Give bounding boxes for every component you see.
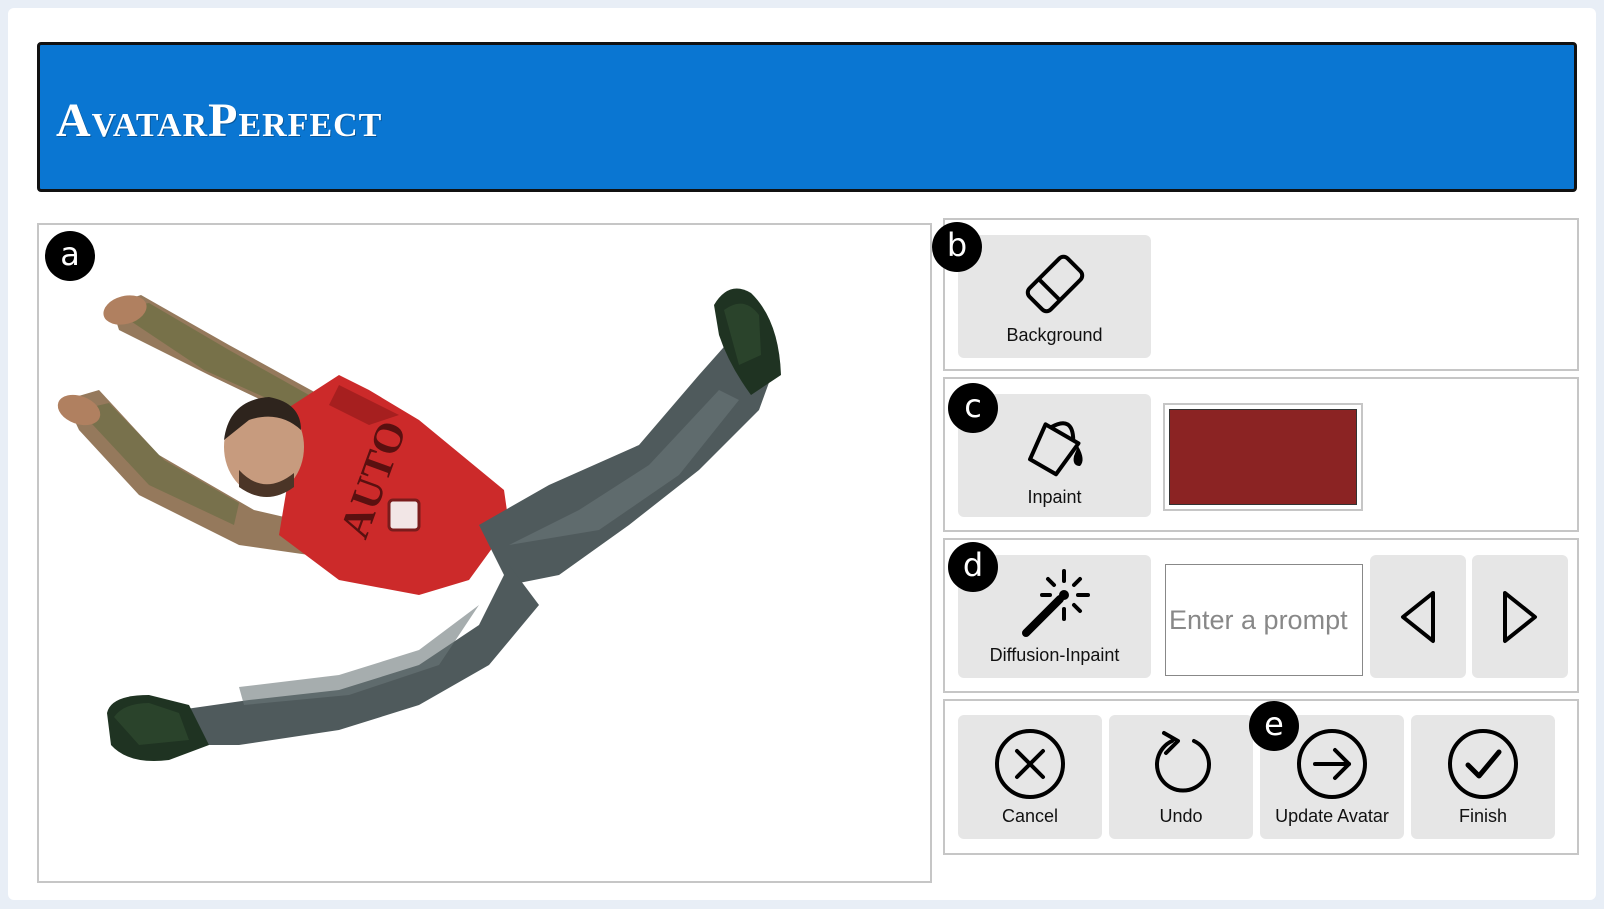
triangle-left-icon [1401,591,1435,643]
marker-b: b [932,222,982,272]
inpaint-color-picker[interactable] [1163,403,1363,511]
arrow-right-circle-icon [1297,729,1367,799]
prompt-input[interactable] [1165,564,1363,676]
cancel-circle-x-icon [995,729,1065,799]
diffusion-inpaint-label: Diffusion-Inpaint [989,645,1120,665]
actions-panel: Cancel Undo e Update Avatar Finish [943,699,1579,855]
marker-a: a [45,231,95,281]
cancel-label: Cancel [1001,806,1059,826]
selected-color-swatch [1169,409,1357,505]
undo-arrow-icon [1155,731,1211,793]
diffusion-panel: d Diffusion-Inpaint [943,538,1579,693]
triangle-right-icon [1503,591,1537,643]
finish-button[interactable]: Finish [1411,715,1555,839]
app-title: AvatarPerfect [56,94,383,147]
next-result-button[interactable] [1472,555,1568,678]
marker-e: e [1249,701,1299,751]
undo-button[interactable]: Undo [1109,715,1253,839]
prev-result-button[interactable] [1370,555,1466,678]
cancel-button[interactable]: Cancel [958,715,1102,839]
eraser-icon [1025,254,1085,314]
marker-c: c [948,383,998,433]
finish-label: Finish [1458,806,1507,826]
avatar-image[interactable]: AUTO [39,225,930,881]
checkmark-circle-icon [1448,729,1518,799]
paint-bucket-icon [1028,421,1083,477]
undo-label: Undo [1159,806,1203,826]
app-header: AvatarPerfect [37,42,1577,192]
marker-d: d [948,542,998,592]
app-frame: AvatarPerfect a AUTO b Background c Inpa… [8,8,1596,900]
background-panel: b Background [932,218,1579,371]
inpaint-panel: c Inpaint [943,377,1579,532]
magic-wand-icon [1022,569,1090,637]
background-label: Background [1006,325,1103,345]
background-button[interactable]: Background [958,235,1151,358]
update-avatar-label: Update Avatar [1275,806,1389,826]
inpaint-label: Inpaint [1027,487,1082,507]
avatar-canvas[interactable]: a AUTO [37,223,932,883]
